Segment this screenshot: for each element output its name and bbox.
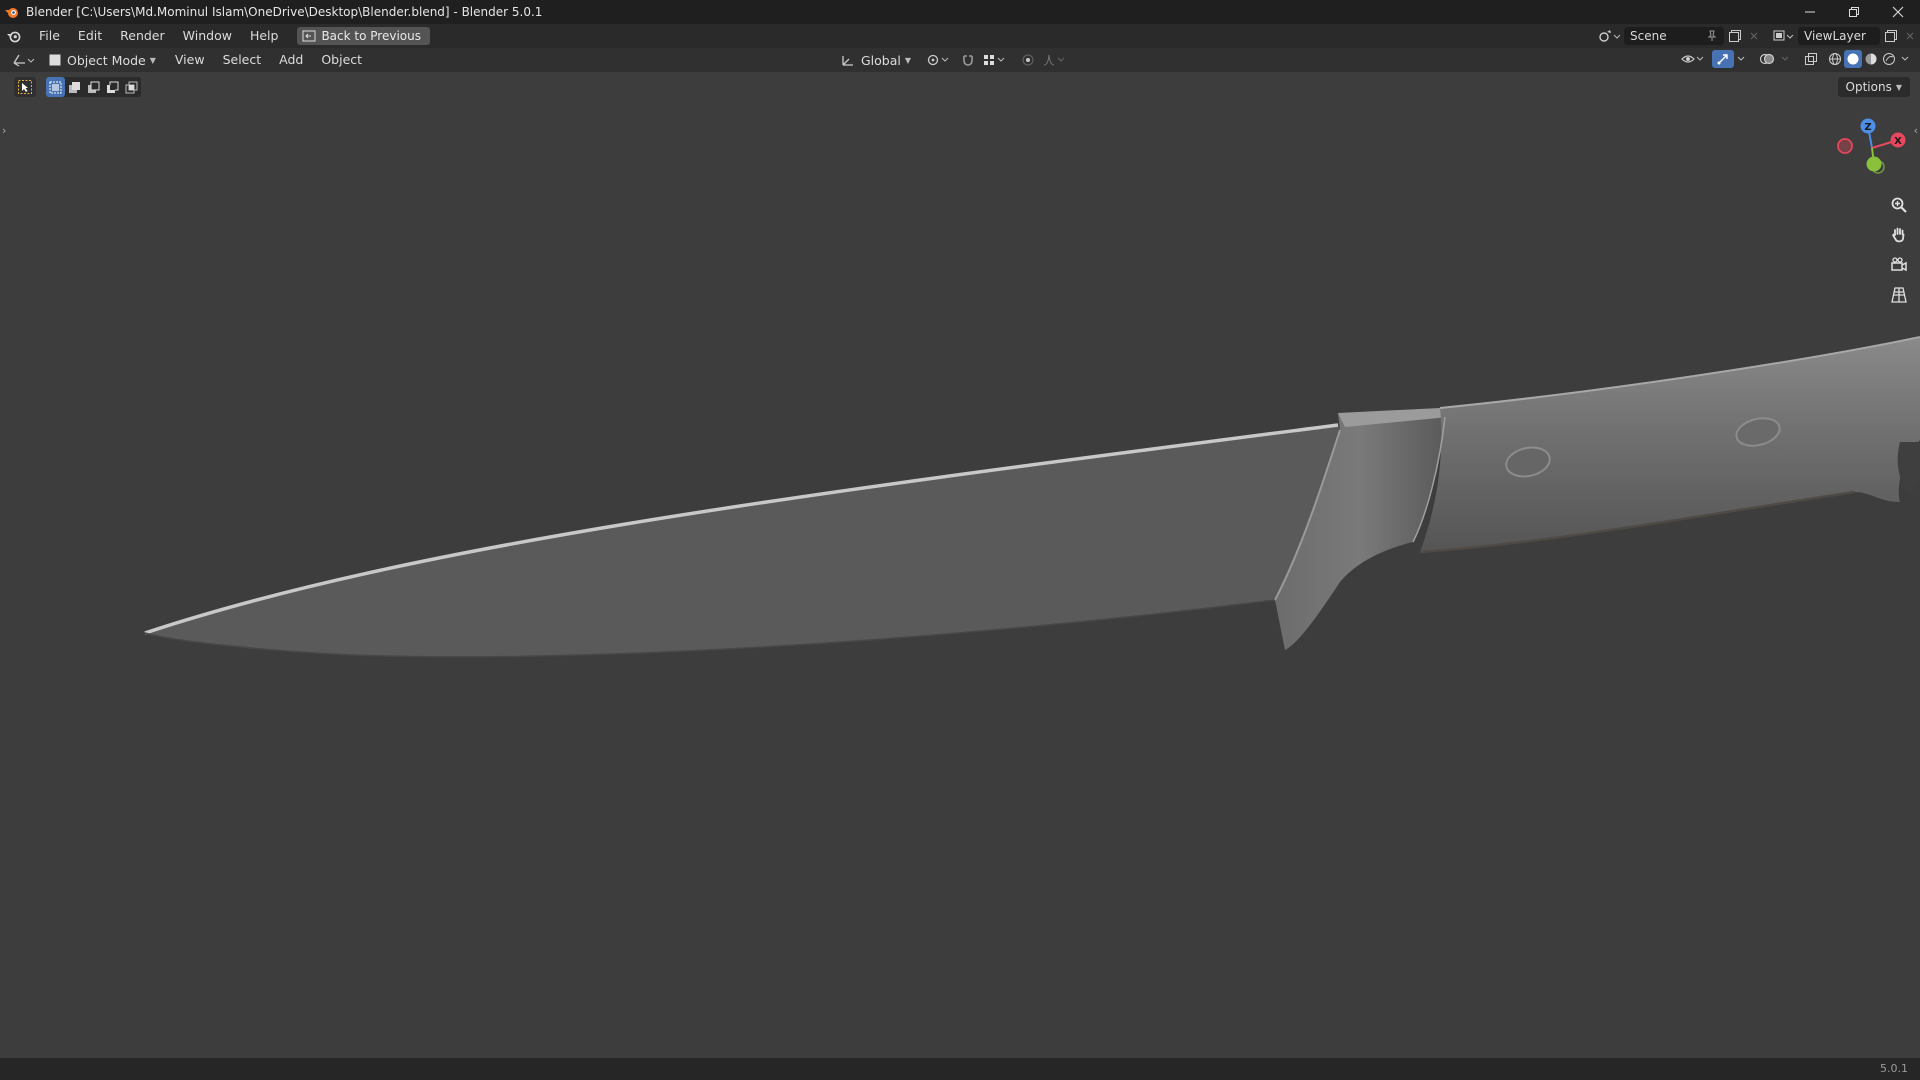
zoom-button[interactable] [1886, 192, 1912, 218]
window-controls [1788, 0, 1920, 24]
snap-target-icon[interactable] [979, 51, 1009, 69]
scene-name: Scene [1630, 29, 1667, 43]
chevron-down-icon[interactable] [1778, 50, 1792, 68]
viewport-display-controls [1678, 50, 1912, 68]
viewlayer-name: ViewLayer [1804, 29, 1866, 43]
hand-icon [1892, 227, 1905, 243]
blade-body [145, 425, 1340, 657]
version-label: 5.0.1 [1880, 1062, 1908, 1075]
xray-toggle-icon[interactable] [1800, 50, 1822, 68]
viewport-menu-view[interactable]: View [166, 49, 214, 71]
axis-y [1866, 156, 1882, 172]
camera-icon [1891, 257, 1907, 272]
viewport-header: Object Mode ▼ View Select Add Object Glo… [0, 48, 1920, 72]
blender-menu-icon[interactable] [4, 27, 24, 45]
window-title: Blender [C:\Users\Md.Mominul Islam\OneDr… [26, 5, 543, 19]
axis-x-label: X [1894, 136, 1902, 147]
visibility-eye-icon[interactable] [1678, 50, 1708, 68]
pin-icon[interactable] [1706, 30, 1718, 42]
menu-edit[interactable]: Edit [69, 25, 111, 47]
delete-viewlayer-icon[interactable] [1902, 27, 1918, 45]
blender-logo-icon [5, 8, 18, 18]
wireframe-shading-icon[interactable] [1826, 50, 1844, 68]
pan-button[interactable] [1886, 222, 1912, 248]
restore-icon[interactable] [1832, 0, 1876, 24]
transform-orientation-label: Global [861, 52, 901, 68]
axis-z-label: Z [1864, 122, 1871, 133]
scene-name-field[interactable]: Scene [1624, 27, 1724, 45]
delete-scene-icon[interactable] [1746, 27, 1762, 45]
back-to-previous-button[interactable]: Back to Previous [297, 27, 430, 45]
viewport-menu-select[interactable]: Select [214, 49, 271, 71]
navigation-gizmo[interactable]: Z X [1834, 116, 1910, 188]
proportional-falloff-icon[interactable] [1039, 51, 1069, 69]
overlays-icon[interactable] [1756, 50, 1778, 68]
back-to-previous-label: Back to Previous [321, 29, 421, 43]
knife-model [144, 336, 1920, 658]
close-icon[interactable] [1876, 0, 1920, 24]
solid-shading-icon[interactable] [1844, 50, 1862, 68]
status-bar: 5.0.1 [0, 1058, 1920, 1080]
minimize-icon[interactable] [1788, 0, 1832, 24]
chevron-down-icon: ▼ [149, 55, 156, 65]
new-scene-icon[interactable] [1724, 27, 1746, 45]
transform-orientation-dropdown[interactable]: Global ▼ [836, 50, 915, 70]
scene-viewlayer-fields: Scene ViewLayer [1594, 24, 1920, 48]
perspective-toggle-button[interactable] [1886, 282, 1912, 308]
zoom-icon [1891, 197, 1907, 213]
window-titlebar: Blender [C:\Users\Md.Mominul Islam\OneDr… [0, 0, 1920, 24]
menu-file[interactable]: File [30, 25, 69, 47]
object-mode-dropdown[interactable]: Object Mode ▼ [44, 50, 160, 70]
object-mode-label: Object Mode [67, 52, 146, 68]
chevron-down-icon[interactable] [1898, 50, 1912, 68]
chevron-down-icon: ▼ [904, 55, 912, 65]
3d-viewport[interactable]: Z X [0, 72, 1920, 1058]
back-icon [302, 30, 316, 42]
menu-render[interactable]: Render [111, 25, 174, 47]
menu-window[interactable]: Window [174, 25, 241, 47]
viewlayer-name-field[interactable]: ViewLayer [1798, 27, 1880, 45]
menu-help[interactable]: Help [241, 25, 288, 47]
orientation-icon [842, 56, 853, 66]
grid-perspective-icon [1891, 287, 1907, 303]
object-mode-icon [49, 54, 61, 66]
scene-browse-icon[interactable] [1594, 27, 1624, 45]
viewport-menu-add[interactable]: Add [270, 49, 312, 71]
proportional-editing-icon[interactable] [1017, 51, 1039, 69]
rendered-shading-icon[interactable] [1880, 50, 1898, 68]
editor-type-icon[interactable] [8, 51, 38, 69]
viewport-menu-object[interactable]: Object [312, 49, 371, 71]
material-shading-icon[interactable] [1862, 50, 1880, 68]
pivot-point-icon[interactable] [923, 51, 953, 69]
new-viewlayer-icon[interactable] [1880, 27, 1902, 45]
snap-toggle-icon[interactable] [957, 51, 979, 69]
top-bar: File Edit Render Window Help Back to Pre… [0, 24, 1920, 48]
chevron-down-icon[interactable] [1734, 50, 1748, 68]
gizmo-toggle-icon[interactable] [1712, 50, 1734, 68]
transform-controls: Global ▼ [836, 50, 1069, 70]
camera-view-button[interactable] [1886, 252, 1912, 278]
viewlayer-browse-icon[interactable] [1768, 27, 1798, 45]
